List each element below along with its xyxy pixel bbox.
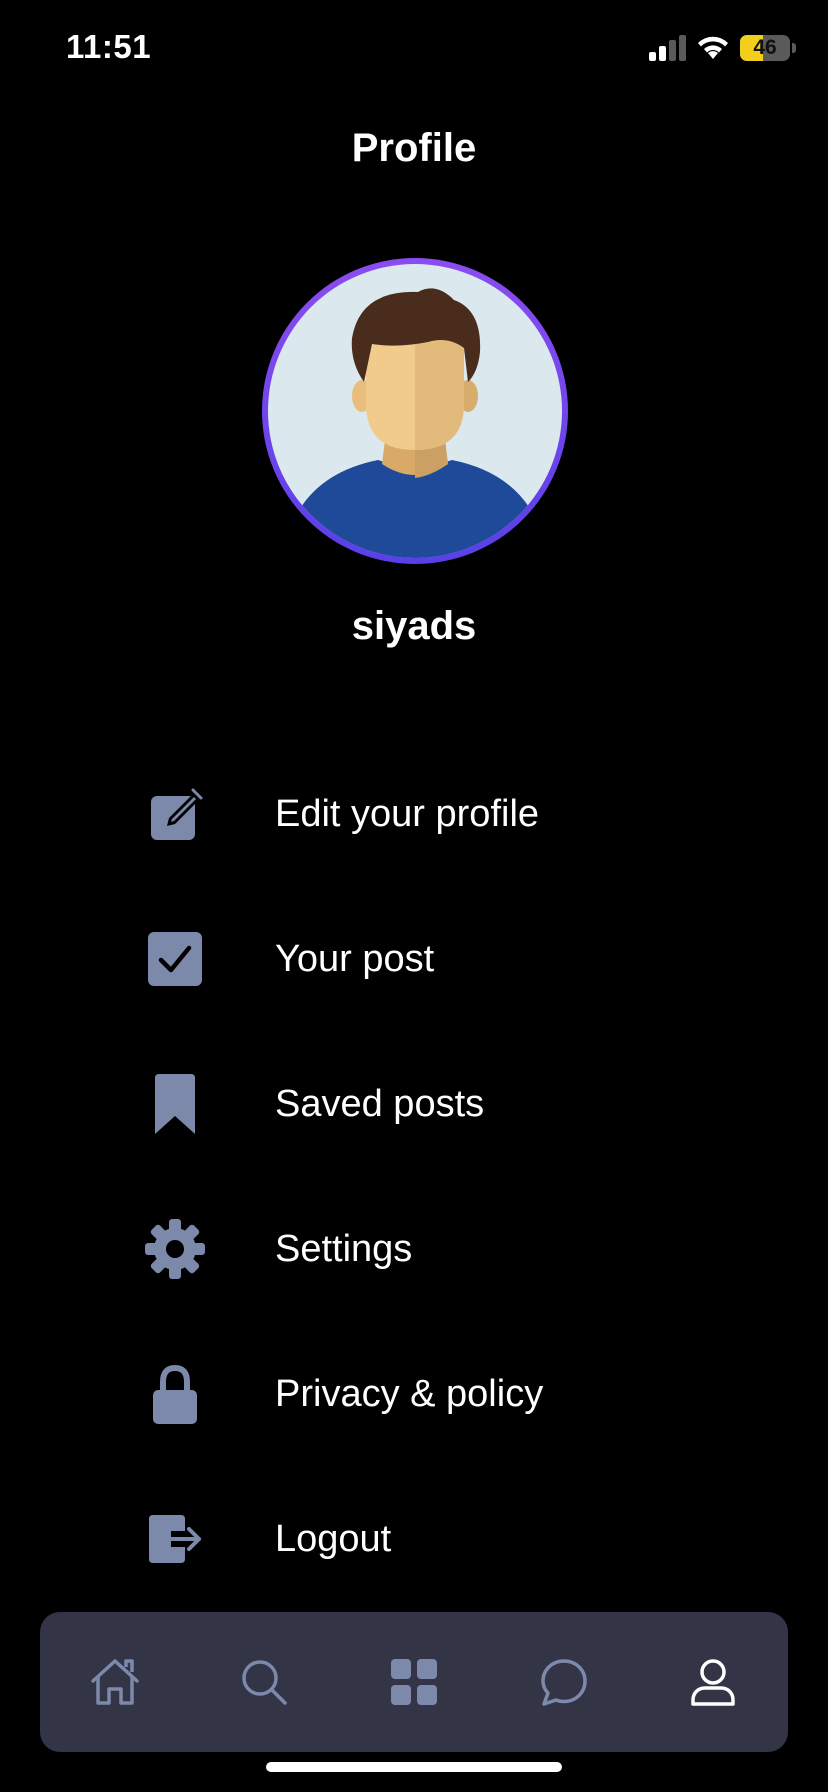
menu-label-edit-profile: Edit your profile <box>275 792 540 835</box>
page-title: Profile <box>351 126 477 170</box>
search-icon <box>242 1660 288 1705</box>
tab-home[interactable] <box>75 1642 155 1722</box>
menu-item-saved-posts[interactable]: Saved posts <box>140 1059 700 1149</box>
avatar[interactable] <box>262 258 568 564</box>
battery-level: 46 <box>753 36 777 59</box>
logout-icon <box>140 1504 210 1574</box>
battery-tip <box>792 43 796 53</box>
bookmark-icon <box>140 1069 210 1139</box>
tab-profile[interactable] <box>673 1642 753 1722</box>
menu-item-settings[interactable]: Settings <box>140 1204 700 1294</box>
status-icons: 46 <box>648 34 796 62</box>
menu-label-privacy-policy: Privacy & policy <box>275 1372 544 1415</box>
tab-bar <box>40 1612 788 1752</box>
menu-item-logout[interactable]: Logout <box>140 1494 700 1584</box>
edit-icon <box>140 779 210 849</box>
tab-search[interactable] <box>224 1642 304 1722</box>
home-indicator[interactable] <box>266 1762 562 1772</box>
battery-icon: 46 <box>740 35 790 61</box>
user-avatar-illustration <box>268 264 562 558</box>
tab-grid[interactable] <box>374 1642 454 1722</box>
grid-icon <box>390 1659 437 1705</box>
tab-chat[interactable] <box>524 1642 604 1722</box>
gear-icon <box>140 1214 210 1284</box>
menu-item-privacy-policy[interactable]: Privacy & policy <box>140 1349 700 1439</box>
wifi-icon <box>698 36 728 59</box>
home-icon <box>91 1659 139 1705</box>
menu-label-your-post: Your post <box>275 937 435 980</box>
lock-icon <box>140 1359 210 1429</box>
menu-label-saved-posts: Saved posts <box>275 1082 485 1125</box>
menu-item-edit-profile[interactable]: Edit your profile <box>140 769 700 859</box>
menu-label-logout: Logout <box>275 1517 392 1560</box>
status-time: 11:51 <box>66 28 152 65</box>
checkbox-icon <box>140 924 210 994</box>
cellular-signal-icon <box>649 35 686 61</box>
chat-icon <box>540 1659 587 1706</box>
menu-item-your-post[interactable]: Your post <box>140 914 700 1004</box>
profile-icon <box>691 1659 735 1706</box>
username: siyads <box>351 604 477 648</box>
menu-label-settings: Settings <box>275 1227 413 1270</box>
